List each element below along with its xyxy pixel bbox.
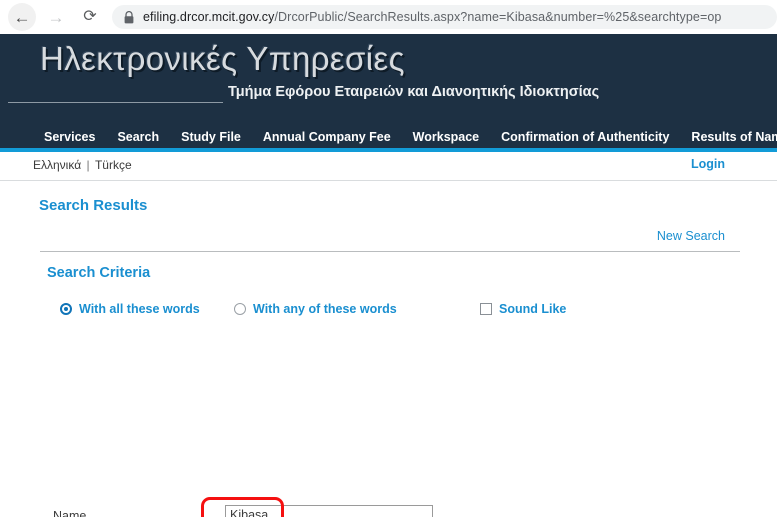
forward-arrow-icon: →	[47, 7, 65, 27]
nav-item-services[interactable]: Services	[44, 129, 95, 145]
site-subtitle: Τμήμα Εφόρου Εταιρειών και Διανοητικής Ι…	[228, 84, 600, 100]
main-content: Search Results New Search Search Criteri…	[0, 181, 777, 517]
utility-row: Ελληνικά | Türkçe Login	[0, 152, 777, 181]
site-title: Ηλεκτρονικές Υπηρεσίες	[40, 40, 405, 77]
radio-label-any-words: With any of these words	[253, 302, 397, 316]
nav-item-study-file[interactable]: Study File	[181, 129, 241, 145]
criteria-divider	[40, 251, 740, 252]
search-criteria-heading: Search Criteria	[47, 265, 151, 281]
site-header: Ηλεκτρονικές Υπηρεσίες Τμήμα Εφόρου Εται…	[0, 34, 777, 129]
title-rule	[8, 102, 223, 103]
language-separator: |	[86, 158, 90, 172]
nav-item-results-of-name-examination[interactable]: Results of Name Examini	[691, 129, 777, 145]
checkbox-label-sound-like: Sound Like	[499, 302, 567, 316]
nav-item-workspace[interactable]: Workspace	[413, 129, 479, 145]
url-text: efiling.drcor.mcit.gov.cy/DrcorPublic/Se…	[143, 10, 721, 24]
page-title: Search Results	[39, 197, 148, 214]
checkbox-sound-like[interactable]: Sound Like	[480, 302, 566, 316]
login-link[interactable]: Login	[691, 157, 725, 171]
language-link-turkish[interactable]: Türkçe	[95, 158, 132, 172]
nav-item-confirmation-of-authenticity[interactable]: Confirmation of Authenticity	[501, 129, 669, 145]
match-options-group: With all these words With any of these w…	[60, 302, 700, 320]
back-button[interactable]: ←	[8, 3, 36, 31]
reload-icon: ⟳	[83, 8, 97, 25]
forward-button[interactable]: →	[42, 3, 70, 31]
nav-item-annual-company-fee[interactable]: Annual Company Fee	[263, 129, 391, 145]
checkbox-icon	[480, 303, 492, 315]
radio-label-all-words: With all these words	[79, 302, 200, 316]
annotation-highlight-name-field	[201, 497, 284, 517]
name-field-label: Name	[53, 509, 87, 517]
url-host: efiling.drcor.mcit.gov.cy	[143, 10, 275, 24]
language-switcher: Ελληνικά | Türkçe	[33, 158, 132, 172]
page-viewport: Ηλεκτρονικές Υπηρεσίες Τμήμα Εφόρου Εται…	[0, 34, 777, 517]
back-arrow-icon: ←	[13, 7, 31, 27]
address-bar[interactable]: efiling.drcor.mcit.gov.cy/DrcorPublic/Se…	[112, 5, 777, 29]
lock-icon	[124, 10, 134, 24]
radio-with-any-of-these-words[interactable]: With any of these words	[234, 302, 397, 316]
browser-toolbar: ← → ⟳ efiling.drcor.mcit.gov.cy/DrcorPub…	[0, 0, 777, 35]
reload-button[interactable]: ⟳	[76, 3, 104, 31]
radio-with-all-these-words[interactable]: With all these words	[60, 302, 200, 316]
language-link-greek[interactable]: Ελληνικά	[33, 158, 81, 172]
new-search-link[interactable]: New Search	[657, 229, 725, 243]
radio-icon-selected	[60, 303, 72, 315]
radio-icon-unselected	[234, 303, 246, 315]
url-path: /DrcorPublic/SearchResults.aspx?name=Kib…	[274, 10, 722, 24]
nav-item-search[interactable]: Search	[117, 129, 159, 145]
main-navigation: Services Search Study File Annual Compan…	[0, 129, 777, 152]
